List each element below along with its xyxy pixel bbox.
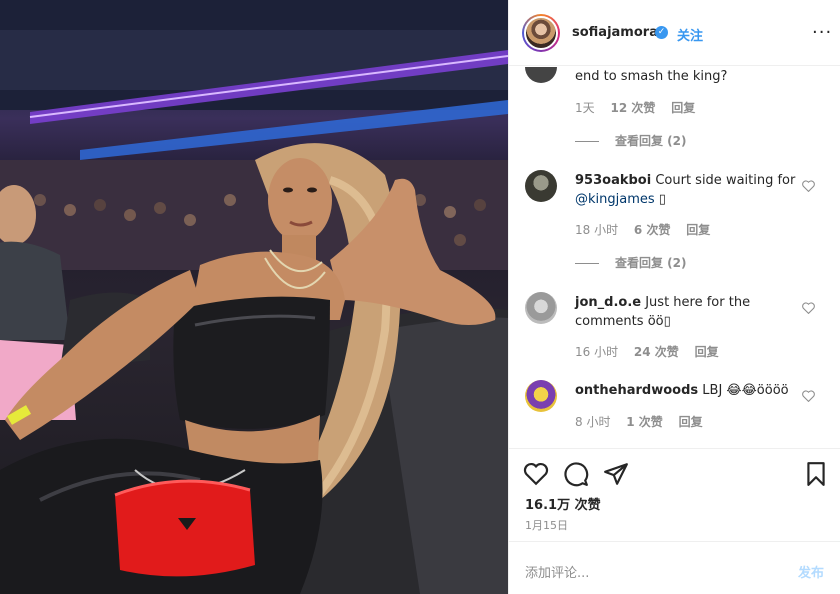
comments-list: end to smash the king? 1天 12 次赞 回复 查看回复 …	[509, 67, 840, 447]
comment-username[interactable]: jon_d.o.e	[575, 295, 641, 310]
comment-likes[interactable]: 6 次赞	[634, 223, 671, 237]
avatar[interactable]	[525, 292, 557, 324]
comment-text: 953oakboi Court side waiting for @kingja…	[575, 173, 796, 207]
avatar[interactable]	[525, 380, 557, 412]
heart-icon[interactable]	[802, 390, 815, 402]
comment-username[interactable]: 953oakboi	[575, 173, 651, 188]
follow-button[interactable]: 关注	[677, 25, 703, 44]
arena-scene	[0, 0, 508, 594]
mention-link[interactable]: @kingjames	[575, 192, 655, 207]
avatar[interactable]	[525, 170, 557, 202]
view-replies-button[interactable]: 查看回复 (2)	[575, 254, 687, 271]
avatar[interactable]	[522, 14, 560, 52]
add-comment-bar: 添加评论... 发布	[509, 541, 840, 594]
comment-input[interactable]: 添加评论...	[525, 562, 589, 581]
verified-icon: ✓	[655, 26, 668, 39]
comment-meta: 16 小时 24 次赞 回复	[575, 343, 731, 360]
avatar[interactable]	[525, 67, 557, 83]
comment-likes[interactable]: 24 次赞	[634, 345, 679, 359]
post-date: 1月15日	[525, 519, 568, 532]
comment-meta: 8 小时 1 次赞 回复	[575, 413, 715, 430]
like-count[interactable]: 16.1万 次赞	[525, 494, 601, 513]
comment-likes[interactable]: 1 次赞	[626, 415, 663, 429]
share-icon[interactable]	[603, 461, 629, 487]
bookmark-icon[interactable]	[803, 461, 829, 487]
heart-icon[interactable]	[802, 180, 815, 192]
comment-text: end to smash the king?	[575, 69, 728, 84]
heart-icon[interactable]	[802, 302, 815, 314]
reply-button[interactable]: 回复	[671, 101, 695, 115]
comment-time: 1天	[575, 101, 595, 115]
comment-time: 18 小时	[575, 223, 619, 237]
heart-icon[interactable]	[523, 461, 549, 487]
comment-text: onthehardwoods LBJ 😂😂öööö	[575, 383, 789, 398]
post-comment-button[interactable]: 发布	[798, 562, 824, 581]
post-sidebar: sofiajamora ✓ 关注 ··· end to smash the ki…	[508, 0, 840, 594]
more-horizontal-icon[interactable]: ···	[812, 22, 832, 43]
comment-time: 8 小时	[575, 415, 611, 429]
comment-icon[interactable]	[563, 461, 589, 487]
comment-likes[interactable]: 12 次赞	[610, 101, 655, 115]
view-replies-button[interactable]: 查看回复 (2)	[575, 132, 687, 149]
comment-meta: 1天 12 次赞 回复	[575, 99, 707, 116]
post-header: sofiajamora ✓ 关注 ···	[509, 0, 840, 66]
post-username[interactable]: sofiajamora	[572, 25, 658, 40]
comment-username[interactable]: onthehardwoods	[575, 383, 698, 398]
comment-meta: 18 小时 6 次赞 回复	[575, 221, 722, 238]
comment-text: jon_d.o.e Just here for the comments öö▯	[575, 295, 751, 329]
reply-button[interactable]: 回复	[686, 223, 710, 237]
reply-button[interactable]: 回复	[695, 345, 719, 359]
reply-button[interactable]: 回复	[679, 415, 703, 429]
comment-time: 16 小时	[575, 345, 619, 359]
post-actions: 16.1万 次赞 1月15日	[509, 448, 840, 540]
post-photo	[0, 0, 508, 594]
